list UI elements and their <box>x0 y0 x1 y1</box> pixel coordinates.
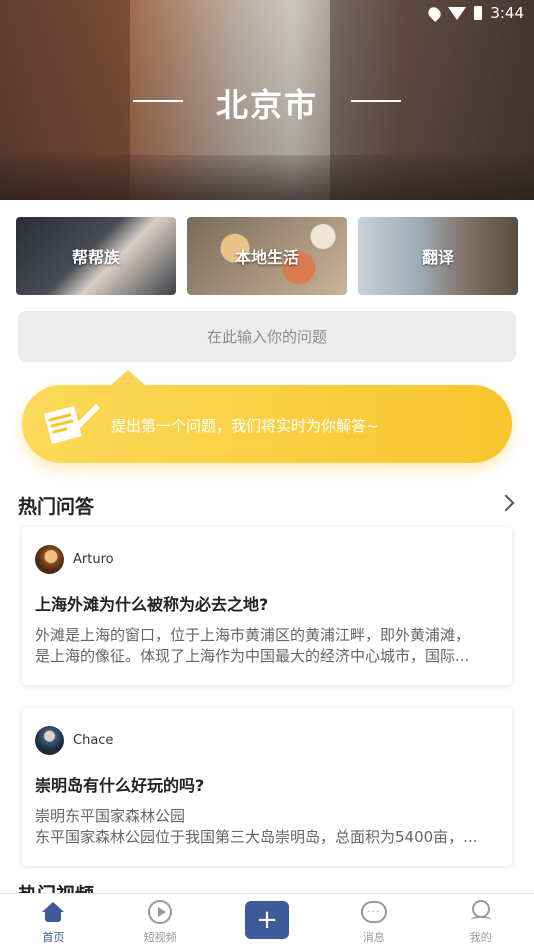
home-icon <box>42 902 65 922</box>
username[interactable]: Chace <box>73 733 113 748</box>
tab-messages[interactable]: ··· 消息 <box>320 894 427 950</box>
status-bar: 3:44 <box>426 4 524 22</box>
section-title-hot-qa: 热门问答 <box>18 496 95 518</box>
category-bangbangzu[interactable]: 帮帮族 <box>16 217 176 295</box>
avatar[interactable] <box>35 545 64 574</box>
battery-icon <box>474 6 483 20</box>
username[interactable]: Arturo <box>73 552 114 567</box>
answer-line: 是上海的像征。体现了上海作为中国最大的经济中心城市，国际... <box>35 647 470 665</box>
profile-icon <box>469 900 493 924</box>
category-local-life[interactable]: 本地生活 <box>187 217 347 295</box>
tab-short-video[interactable]: 短视频 <box>107 894 214 950</box>
category-translate[interactable]: 翻译 <box>358 217 518 295</box>
message-icon: ··· <box>360 901 387 923</box>
banner-body[interactable]: 提出第一个问题，我们将实时为你解答~ <box>22 385 512 463</box>
plus-icon[interactable]: + <box>244 901 289 939</box>
chevron-right-icon[interactable] <box>497 494 515 512</box>
bottom-tab-bar: 首页 短视频 + ··· 消息 我的 <box>0 893 534 950</box>
hero-banner: 3:44 北京市 <box>0 0 534 200</box>
qa-card[interactable]: Arturo 上海外滩为什么被称为必去之地? 外滩是上海的窗口，位于上海市黄浦区… <box>22 527 512 685</box>
qa-card[interactable]: Chace 崇明岛有什么好玩的吗? 崇明东平国家森林公园 东平国家森林公园位于我… <box>22 708 512 866</box>
pen-paper-icon <box>44 404 100 444</box>
ask-banner[interactable]: 提出第一个问题，我们将实时为你解答~ <box>22 370 512 466</box>
tab-label: 短视频 <box>143 931 177 944</box>
question-input[interactable]: 在此输入你的问题 <box>18 311 516 362</box>
tab-label: 消息 <box>362 931 385 944</box>
tab-home[interactable]: 首页 <box>0 894 107 950</box>
answer-line: 崇明东平国家森林公园 <box>35 807 186 825</box>
category-label: 本地生活 <box>234 248 299 267</box>
status-time: 3:44 <box>490 4 524 22</box>
category-label: 帮帮族 <box>71 248 120 267</box>
wifi-icon <box>448 6 467 20</box>
avatar[interactable] <box>35 726 64 755</box>
answer-preview: 外滩是上海的窗口，位于上海市黄浦区的黄浦江畔，即外黄浦滩， 是上海的像征。体现了… <box>35 625 501 667</box>
tab-create[interactable]: + <box>214 894 321 950</box>
answer-line: 东平国家森林公园位于我国第三大岛崇明岛，总面积为5400亩，... <box>35 828 478 846</box>
answer-line: 外滩是上海的窗口，位于上海市黄浦区的黄浦江畔，即外黄浦滩， <box>35 626 471 644</box>
question-title[interactable]: 崇明岛有什么好玩的吗? <box>35 772 204 796</box>
tab-profile[interactable]: 我的 <box>427 894 534 950</box>
answer-preview: 崇明东平国家森林公园 东平国家森林公园位于我国第三大岛崇明岛，总面积为5400亩… <box>35 806 501 848</box>
banner-text: 提出第一个问题，我们将实时为你解答~ <box>111 417 379 435</box>
question-input-placeholder: 在此输入你的问题 <box>206 328 327 346</box>
location-icon <box>426 4 444 22</box>
play-icon <box>148 900 173 924</box>
tab-label: 我的 <box>469 931 492 944</box>
question-title[interactable]: 上海外滩为什么被称为必去之地? <box>35 591 268 615</box>
category-label: 翻译 <box>421 248 454 267</box>
banner-pointer <box>110 370 146 386</box>
city-title[interactable]: 北京市 <box>0 80 534 126</box>
tab-label: 首页 <box>42 931 65 944</box>
street <box>0 155 534 200</box>
